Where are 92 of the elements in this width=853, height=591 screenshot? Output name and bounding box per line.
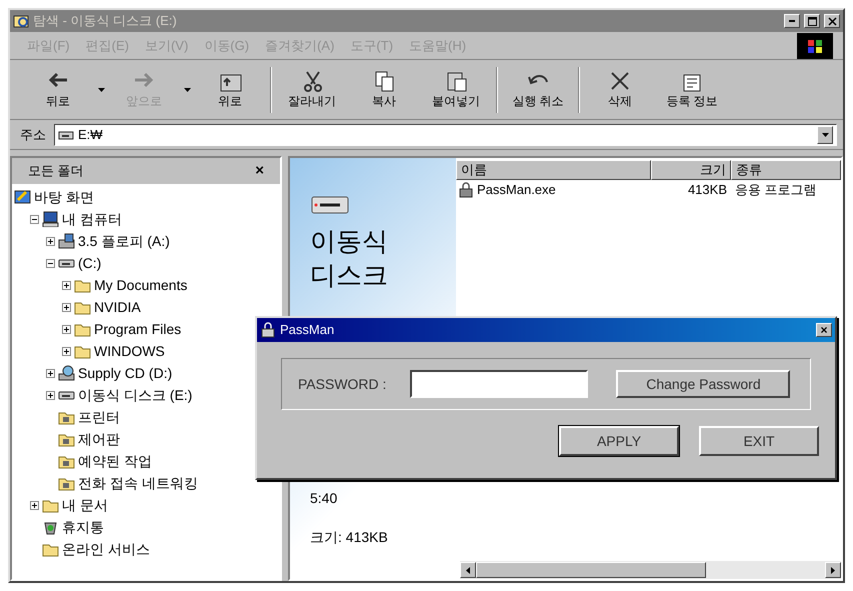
collapse-toggle[interactable] [30,214,39,224]
lock-icon [458,182,474,198]
toolbar-button[interactable]: 등록 정보 [656,62,728,116]
expand-toggle[interactable] [62,280,71,290]
address-field[interactable]: E:₩ [54,124,837,146]
window-title: 탐색 - 이동식 디스크 (E:) [33,12,178,30]
column-header[interactable]: 크기 [651,160,731,180]
tree-item[interactable]: My Documents [94,274,188,296]
column-header[interactable]: 종류 [731,160,841,180]
caret-icon [822,132,828,136]
file-name[interactable]: PassMan.exe [477,180,556,200]
minus-box-icon [46,258,55,268]
drive-heading: 이동식 디스크 [310,225,389,292]
password-field[interactable] [410,370,588,398]
toolbar-button[interactable]: 붙여넣기 [420,62,492,116]
tree-item[interactable]: 프린터 [78,406,120,428]
file-type: 응용 프로그램 [734,181,818,200]
computer-icon [42,211,59,227]
maximize-icon [808,16,816,26]
tree-item[interactable]: 전화 접속 네트워킹 [78,472,198,494]
panel-title: 모든 폴더 [28,162,84,180]
detail-text: 5:40 [310,489,338,508]
arrow-left-icon [466,566,470,574]
desktop-icon [14,189,31,205]
toolbar-button[interactable]: 실행 취소 [502,62,574,116]
toolbar-button[interactable]: 복사 [348,62,420,116]
address-value: E:₩ [78,126,104,144]
plus-box-icon [62,346,71,356]
close-button[interactable]: × [255,160,264,182]
expand-toggle[interactable] [46,368,55,378]
dialog-button[interactable]: EXIT [699,426,819,456]
plus-box-icon [46,236,55,246]
change-password-button[interactable]: Change Password [616,370,790,398]
caret-icon [98,88,104,92]
drive-icon [58,128,74,140]
plus-box-icon [46,368,55,378]
drive-icon [310,194,350,216]
plus-box-icon [62,280,71,290]
windows-flag-icon [806,38,824,54]
close-button[interactable] [824,14,840,28]
tree-item[interactable]: NVIDIA [94,296,141,318]
caret-icon [184,88,190,92]
maximize-button[interactable] [804,14,820,28]
plus-box-icon [62,302,71,312]
file-size: 413KB [686,181,728,200]
cd-drive-icon [58,365,75,381]
expand-toggle[interactable] [46,390,55,400]
tree-item[interactable]: 내 문서 [62,494,108,516]
tree-item[interactable]: 이동식 디스크 (E:) [78,384,192,406]
arrow-right-icon [831,566,835,574]
tree-item[interactable]: 내 컴퓨터 [62,208,122,230]
tree-item[interactable]: Program Files [94,318,182,340]
plus-box-icon [62,324,71,334]
expand-toggle[interactable] [62,302,71,312]
address-label: 주소 [19,126,47,144]
collapse-toggle[interactable] [46,258,55,268]
tree-item[interactable]: 3.5 플로피 (A:) [78,230,170,252]
close-icon [828,16,836,26]
password-label: PASSWORD : [298,374,386,394]
toolbar-button[interactable]: 삭제 [584,62,656,116]
toolbar-button[interactable]: 뒤로 [22,62,94,116]
minimize-button[interactable] [784,14,800,28]
tree-item[interactable]: Supply CD (D:) [78,362,172,384]
detail-text: 크기: 413KB [310,528,389,547]
tree-item[interactable]: WINDOWS [94,340,165,362]
toolbar-button[interactable]: 잘라내기 [276,62,348,116]
tree-item[interactable]: 온라인 서비스 [62,538,150,560]
tree-item[interactable]: 바탕 화면 [34,186,94,208]
expand-toggle[interactable] [62,346,71,356]
dropdown-button[interactable] [817,126,833,144]
dialog-title: PassMan [280,321,336,340]
tree-item[interactable]: 휴지통 [62,516,104,538]
plus-box-icon [46,390,55,400]
tree-item[interactable]: 예약된 작업 [78,450,152,472]
close-button[interactable]: × [816,323,832,337]
minus-box-icon [30,214,39,224]
scroll-left-button[interactable] [460,562,476,578]
scroll-thumb[interactable] [476,562,706,578]
tree-item[interactable]: 제어판 [78,428,120,450]
floppy-drive-icon [58,233,75,249]
expand-toggle[interactable] [62,324,71,334]
scroll-right-button[interactable] [825,562,841,578]
minimize-icon [789,20,795,22]
explorer-icon [13,13,29,29]
lock-icon [260,322,276,338]
column-header[interactable]: 이름 [456,160,651,180]
plus-box-icon [30,500,39,510]
tree-item[interactable]: (C:) [78,252,102,274]
expand-toggle[interactable] [30,500,39,510]
dialog-button[interactable]: APPLY [559,426,679,456]
toolbar-button[interactable]: 위로 [194,62,266,116]
expand-toggle[interactable] [46,236,55,246]
